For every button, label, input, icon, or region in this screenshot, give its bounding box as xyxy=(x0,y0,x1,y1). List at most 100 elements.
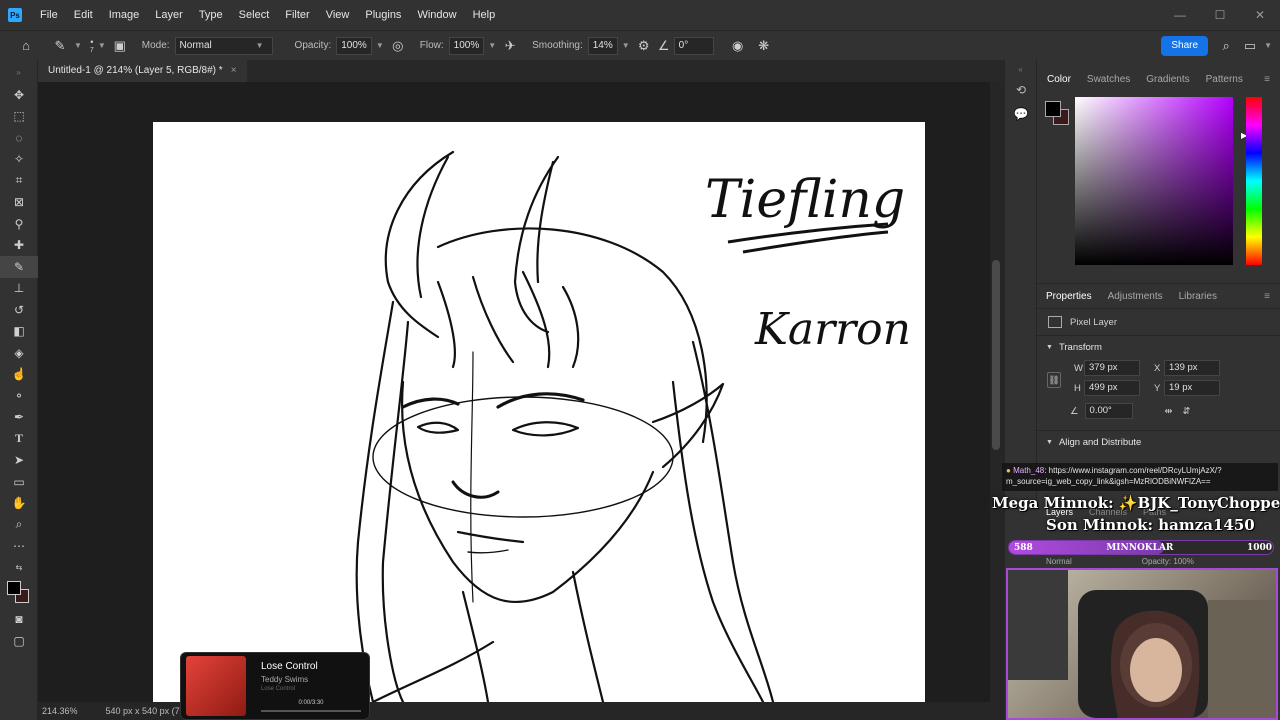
type-tool-icon[interactable]: T xyxy=(0,428,38,450)
align-header[interactable]: ▼ Align and Distribute xyxy=(1036,431,1280,453)
workspace-icon[interactable]: ▭ xyxy=(1240,36,1260,56)
opacity-field[interactable]: 100% xyxy=(336,36,372,55)
collapse-icon[interactable]: » xyxy=(0,60,37,84)
share-button[interactable]: Share xyxy=(1161,35,1209,56)
history-brush-tool-icon[interactable]: ↺ xyxy=(0,299,38,321)
menu-select[interactable]: Select xyxy=(231,0,278,30)
tab-patterns[interactable]: Patterns xyxy=(1206,74,1243,85)
mode-select[interactable]: Normal ▼ xyxy=(174,36,273,55)
pressure-opacity-icon[interactable]: ◎ xyxy=(388,36,408,56)
tab-adjustments[interactable]: Adjustments xyxy=(1108,291,1163,302)
frame-tool-icon[interactable]: ⊠ xyxy=(0,192,38,214)
collapse-icon[interactable]: « xyxy=(1005,60,1036,78)
clone-stamp-tool-icon[interactable]: ⊥ xyxy=(0,278,38,300)
menu-filter[interactable]: Filter xyxy=(277,0,317,30)
color-swatches[interactable] xyxy=(0,579,37,609)
width-field[interactable]: 379 px xyxy=(1084,360,1140,376)
path-select-tool-icon[interactable]: ➤ xyxy=(0,450,38,472)
menu-image[interactable]: Image xyxy=(101,0,148,30)
link-icon[interactable]: ⛓ xyxy=(1047,372,1061,388)
dodge-tool-icon[interactable]: ⚬ xyxy=(0,385,38,407)
home-icon[interactable]: ⌂ xyxy=(16,36,36,56)
chevron-down-icon[interactable]: ▼ xyxy=(1264,41,1272,50)
quick-select-tool-icon[interactable]: ✧ xyxy=(0,149,38,171)
zoom-level[interactable]: 214.36% xyxy=(42,706,78,716)
angle-field[interactable]: 0.00° xyxy=(1084,403,1133,419)
menu-layer[interactable]: Layer xyxy=(147,0,191,30)
panel-menu-icon[interactable]: ≡ xyxy=(1264,291,1270,302)
eraser-tool-icon[interactable]: ◧ xyxy=(0,321,38,343)
menu-help[interactable]: Help xyxy=(465,0,504,30)
menu-view[interactable]: View xyxy=(318,0,358,30)
brush-settings-icon[interactable]: ▣ xyxy=(110,36,130,56)
maximize-icon[interactable]: ☐ xyxy=(1200,0,1240,30)
color-picker-field[interactable] xyxy=(1075,97,1233,265)
vertical-scroll-thumb[interactable] xyxy=(992,260,1000,450)
default-colors-icon[interactable]: ⇆ xyxy=(0,557,38,579)
brush-tool-icon[interactable]: ✎ xyxy=(0,256,38,278)
minimize-icon[interactable]: — xyxy=(1160,0,1200,30)
airbrush-icon[interactable]: ✈ xyxy=(500,36,520,56)
foreground-color-icon[interactable] xyxy=(7,580,21,595)
angle-icon[interactable]: ∠ xyxy=(654,36,674,56)
move-tool-icon[interactable]: ✥ xyxy=(0,84,38,106)
chevron-down-icon[interactable]: ▼ xyxy=(488,41,496,50)
smudge-tool-icon[interactable]: ☝ xyxy=(0,364,38,386)
symmetry-icon[interactable]: ❋ xyxy=(754,36,774,56)
close-tab-icon[interactable]: × xyxy=(231,60,237,82)
canvas[interactable]: Tiefling Karron xyxy=(153,122,925,702)
layer-opacity-field[interactable]: 100% xyxy=(1173,557,1193,566)
track-progress-bar[interactable] xyxy=(261,710,361,712)
menu-file[interactable]: File xyxy=(32,0,66,30)
foreground-color-swatch[interactable] xyxy=(1045,101,1061,117)
more-tools-icon[interactable]: ⋯ xyxy=(0,536,38,558)
tab-libraries[interactable]: Libraries xyxy=(1179,291,1217,302)
tab-properties[interactable]: Properties xyxy=(1046,291,1092,302)
document-tab[interactable]: Untitled-1 @ 214% (Layer 5, RGB/8#) * × xyxy=(38,60,247,82)
lasso-tool-icon[interactable]: ◌ xyxy=(0,127,38,149)
hand-tool-icon[interactable]: ✋ xyxy=(0,493,38,515)
menu-type[interactable]: Type xyxy=(191,0,231,30)
brush-preview-icon[interactable]: • xyxy=(90,37,93,47)
gear-icon[interactable]: ⚙ xyxy=(634,36,654,56)
marquee-tool-icon[interactable]: ⬚ xyxy=(0,106,38,128)
tab-gradients[interactable]: Gradients xyxy=(1146,74,1189,85)
flip-horizontal-icon[interactable]: ⇹ xyxy=(1165,406,1173,417)
paint-bucket-tool-icon[interactable]: ◈ xyxy=(0,342,38,364)
height-field[interactable]: 499 px xyxy=(1084,380,1140,396)
tab-color[interactable]: Color xyxy=(1047,74,1071,85)
flip-vertical-icon[interactable]: ⇵ xyxy=(1183,406,1191,417)
quick-mask-icon[interactable]: ◙ xyxy=(0,609,38,631)
history-icon[interactable]: ⟲ xyxy=(1005,78,1037,102)
y-field[interactable]: 19 px xyxy=(1164,380,1220,396)
comments-icon[interactable]: 💬 xyxy=(1005,102,1037,126)
smoothing-field[interactable]: 14% xyxy=(587,36,618,55)
screen-mode-icon[interactable]: ▢ xyxy=(0,630,38,652)
chevron-down-icon[interactable]: ▼ xyxy=(74,41,82,50)
pressure-size-icon[interactable]: ◉ xyxy=(728,36,748,56)
x-field[interactable]: 139 px xyxy=(1164,360,1220,376)
rectangle-tool-icon[interactable]: ▭ xyxy=(0,471,38,493)
brush-tool-icon[interactable]: ✎ xyxy=(50,36,70,56)
panel-menu-icon[interactable]: ≡ xyxy=(1264,74,1270,85)
chevron-down-icon[interactable]: ▼ xyxy=(98,41,106,50)
search-icon[interactable]: ⌕ xyxy=(1216,36,1236,56)
eyedropper-tool-icon[interactable]: ⚲ xyxy=(0,213,38,235)
menu-plugins[interactable]: Plugins xyxy=(357,0,409,30)
chevron-down-icon[interactable]: ▼ xyxy=(622,41,630,50)
zoom-tool-icon[interactable]: ⌕ xyxy=(0,514,38,536)
close-window-icon[interactable]: ✕ xyxy=(1240,0,1280,30)
flow-field[interactable]: 100% xyxy=(448,36,485,55)
hue-slider[interactable] xyxy=(1246,97,1262,265)
menu-window[interactable]: Window xyxy=(409,0,464,30)
menu-edit[interactable]: Edit xyxy=(66,0,101,30)
healing-brush-tool-icon[interactable]: ✚ xyxy=(0,235,38,257)
blend-mode-select[interactable]: Normal xyxy=(1046,557,1072,566)
layer-type-label: Pixel Layer xyxy=(1070,316,1117,328)
transform-header[interactable]: ▼ Transform xyxy=(1036,336,1280,358)
angle-field[interactable]: 0° xyxy=(673,36,714,55)
crop-tool-icon[interactable]: ⌗ xyxy=(0,170,38,192)
chevron-down-icon[interactable]: ▼ xyxy=(376,41,384,50)
tab-swatches[interactable]: Swatches xyxy=(1087,74,1130,85)
pen-tool-icon[interactable]: ✒ xyxy=(0,407,38,429)
